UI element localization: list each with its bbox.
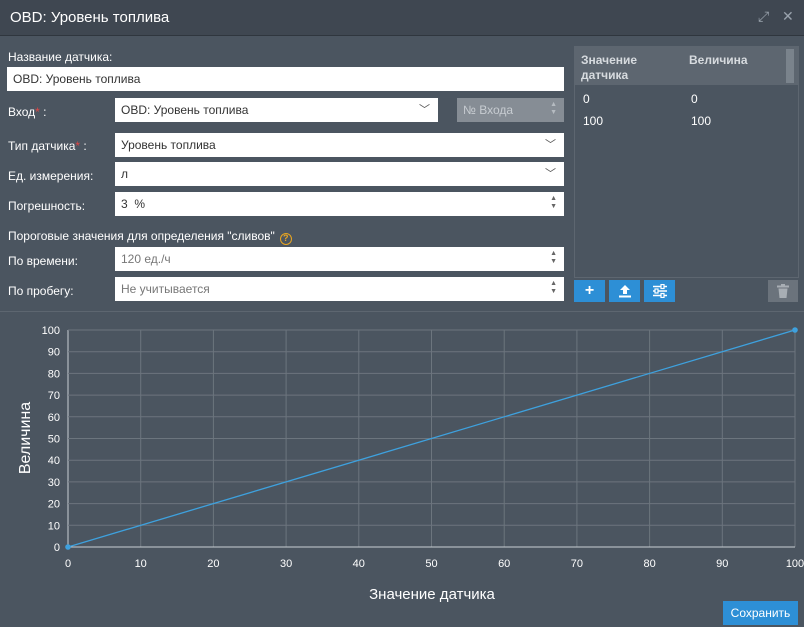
y-tick-label: 0 (54, 542, 60, 554)
chevron-down-icon: ﹀ (419, 104, 430, 116)
time-input[interactable]: 120 ед./ч ▲ ▼ (115, 247, 564, 271)
settings-button[interactable] (644, 280, 675, 302)
table-cell[interactable]: 0 (583, 92, 590, 106)
trash-icon (777, 284, 789, 298)
column-header-sensor-value[interactable]: Значение датчика (581, 53, 637, 83)
x-tick-label: 100 (786, 558, 804, 570)
x-tick-label: 20 (207, 558, 219, 570)
close-icon[interactable]: ✕ (782, 8, 794, 25)
input-number-field: № Входа ▲ ▼ (457, 98, 564, 122)
sensor-type-select[interactable]: Уровень топлива ﹀ (115, 133, 564, 157)
x-tick-label: 60 (498, 558, 510, 570)
y-tick-label: 70 (48, 390, 60, 402)
title-bar: OBD: Уровень топлива ⤢ ✕ (0, 0, 804, 36)
table-cell[interactable]: 100 (691, 114, 711, 128)
y-tick-label: 80 (48, 368, 60, 380)
x-tick-label: 30 (280, 558, 292, 570)
input-label: Вход* : (8, 105, 47, 119)
data-point (65, 544, 71, 550)
error-input[interactable]: 3 % ▲ ▼ (115, 192, 564, 216)
sensor-name-input[interactable]: OBD: Уровень топлива (7, 67, 564, 91)
x-tick-label: 10 (135, 558, 147, 570)
y-tick-label: 30 (48, 477, 60, 489)
upload-button[interactable] (609, 280, 640, 302)
y-axis-label: Величина (17, 402, 34, 474)
calibration-chart: 0 10 20 30 40 50 60 70 80 90 100 0 10 20 30 40 50 60 70 80 9… (17, 325, 804, 603)
add-row-button[interactable]: + (574, 280, 605, 302)
save-button[interactable]: Сохранить (723, 601, 798, 625)
y-tick-label: 100 (42, 325, 60, 337)
y-tick-label: 50 (48, 434, 60, 446)
x-axis-label: Значение датчика (369, 586, 495, 603)
scrollbar[interactable] (786, 49, 794, 83)
unit-select[interactable]: л ﹀ (115, 162, 564, 186)
chevron-down-icon: ﹀ (545, 139, 556, 151)
spinner-icon[interactable]: ▲ ▼ (550, 280, 557, 296)
spinner-icon[interactable]: ▲ ▼ (550, 250, 557, 266)
time-label: По времени: (8, 254, 78, 268)
y-tick-label: 20 (48, 499, 60, 511)
table-cell[interactable]: 0 (691, 92, 698, 106)
error-label: Погрешность: (8, 199, 86, 213)
window-title: OBD: Уровень топлива (10, 9, 170, 26)
unit-label: Ед. измерения: (8, 169, 94, 183)
thresholds-label: Пороговые значения для определения "слив… (8, 229, 292, 245)
y-tick-label: 40 (48, 455, 60, 467)
x-tick-label: 0 (65, 558, 71, 570)
sensor-type-label: Тип датчика* : (8, 139, 87, 153)
expand-icon[interactable]: ⤢ (758, 8, 769, 25)
data-point (792, 327, 798, 333)
table-cell[interactable]: 100 (583, 114, 603, 128)
sensor-name-label: Название датчика: (8, 50, 113, 64)
spinner-icon[interactable]: ▲ ▼ (550, 195, 557, 211)
input-select[interactable]: OBD: Уровень топлива ﹀ (115, 98, 438, 122)
upload-icon (618, 285, 631, 298)
y-tick-label: 10 (48, 520, 60, 532)
x-tick-label: 90 (716, 558, 728, 570)
table-header: Значение датчика Величина (575, 47, 798, 85)
delete-button[interactable] (768, 280, 798, 302)
help-icon[interactable]: ? (279, 233, 292, 245)
x-tick-label: 80 (643, 558, 655, 570)
x-tick-label: 40 (353, 558, 365, 570)
column-header-quantity[interactable]: Величина (689, 53, 748, 68)
y-tick-label: 90 (48, 347, 60, 359)
x-tick-label: 50 (425, 558, 437, 570)
chevron-down-icon: ﹀ (545, 168, 556, 180)
mileage-label: По пробегу: (8, 284, 74, 298)
y-tick-label: 60 (48, 412, 60, 424)
spinner-icon: ▲ ▼ (550, 101, 557, 116)
calibration-table: Значение датчика Величина 0 0 100 100 (574, 46, 799, 278)
sliders-icon (652, 283, 667, 299)
mileage-input[interactable]: Не учитывается ▲ ▼ (115, 277, 564, 301)
x-tick-label: 70 (571, 558, 583, 570)
